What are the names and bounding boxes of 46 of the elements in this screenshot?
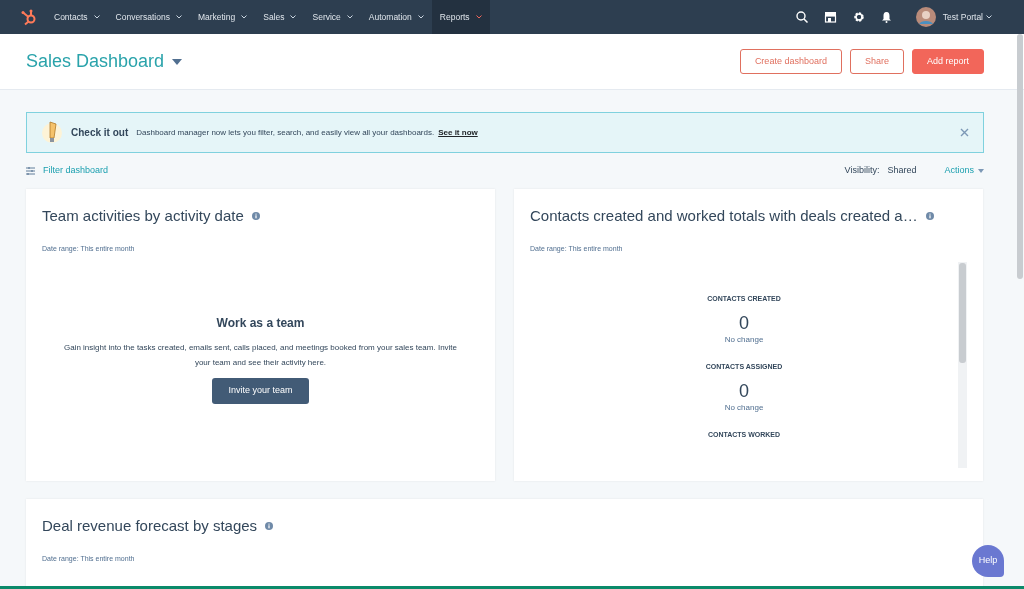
nav-menu-item[interactable]: Automation	[360, 0, 432, 34]
metric-change: No change	[723, 402, 765, 415]
caret-icon	[241, 15, 248, 19]
report-title: Deal revenue forecast by stages	[42, 516, 258, 536]
account-menu[interactable]: Test Portal	[907, 0, 1000, 34]
avatar-icon	[915, 7, 936, 27]
settings-icon[interactable]	[852, 11, 865, 23]
visibility-label: Visibility:	[844, 164, 880, 178]
metric-value: 0	[738, 380, 750, 403]
caret-icon	[417, 15, 424, 19]
caret-icon	[346, 15, 353, 19]
close-icon[interactable]	[960, 128, 969, 137]
metric-change: No change	[723, 334, 765, 347]
dashboard-title: Sales Dashboard	[26, 50, 165, 73]
report-title: Team activities by activity date	[42, 206, 244, 226]
visibility-value: Shared	[887, 164, 917, 178]
caret-icon[interactable]	[172, 58, 183, 65]
caret-icon	[986, 15, 992, 19]
nav-menu-item[interactable]: Service	[304, 0, 361, 34]
see-it-now-link[interactable]: See it now	[438, 126, 478, 139]
empty-state-text: Gain insight into the tasks created, emails sent, calls placed, and meetings booked from your sales team. Invite your team and see their activity here.	[62, 342, 459, 370]
caret-icon	[978, 169, 984, 173]
nav-menu-item[interactable]: Contacts	[46, 0, 108, 34]
nav-menu-item[interactable]: Conversations	[107, 0, 190, 34]
caret-icon	[175, 15, 182, 19]
info-icon[interactable]	[925, 212, 934, 221]
info-icon[interactable]	[251, 212, 260, 221]
nav-menu-item[interactable]: Marketing	[189, 0, 256, 34]
filter-icon	[26, 167, 35, 175]
notification-bell-icon[interactable]	[880, 11, 892, 23]
nav-menu-item[interactable]: Sales	[255, 0, 305, 34]
caret-icon	[475, 15, 482, 19]
info-icon[interactable]	[265, 522, 274, 531]
caret-icon	[93, 15, 100, 19]
nav-menu-item[interactable]: Reports	[431, 0, 490, 34]
marketplace-icon[interactable]	[823, 11, 837, 23]
banner-message: Dashboard manager now lets you filter, search, and easily view all your dashboards.	[136, 126, 435, 139]
metric-value: 0	[738, 312, 750, 335]
logo-icon	[20, 8, 38, 26]
help-button[interactable]: Help	[972, 545, 1004, 577]
banner-title: Check it out	[71, 126, 129, 140]
report-title: Contacts created and worked totals with deals created a…	[530, 206, 918, 226]
search-icon[interactable]	[795, 11, 808, 23]
invite-team-button[interactable]: Invite your team	[212, 378, 309, 404]
empty-state-title: Work as a team	[215, 315, 306, 332]
caret-icon	[290, 15, 297, 19]
